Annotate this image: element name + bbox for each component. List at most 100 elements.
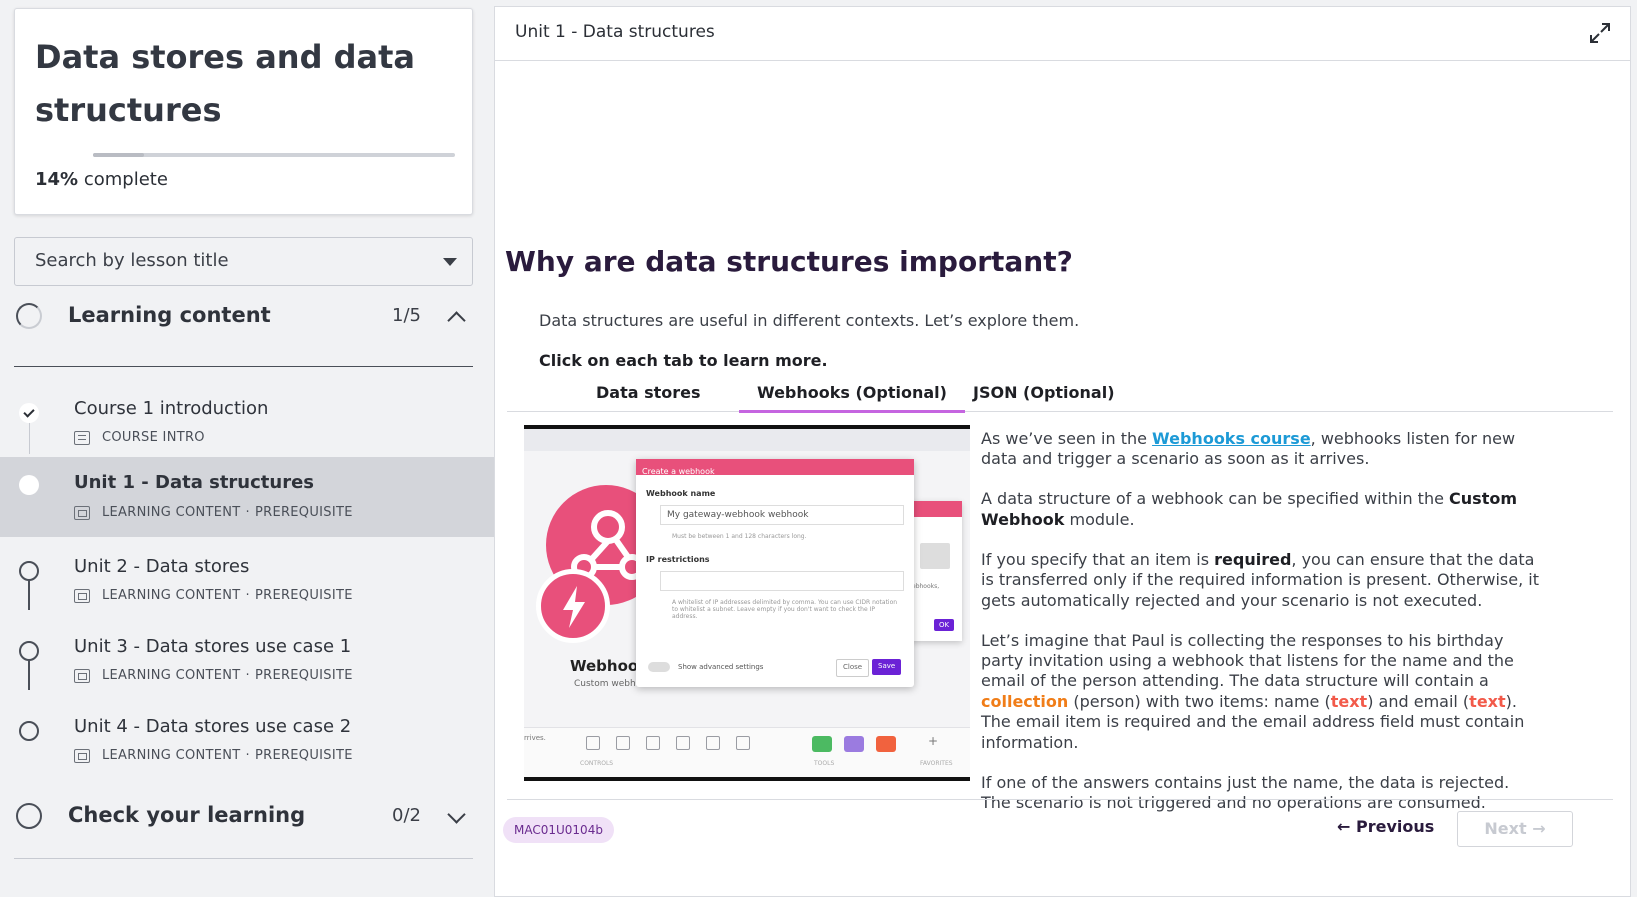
paragraph: Let’s imagine that Paul is collecting th… — [981, 631, 1541, 753]
text-run: As we’ve seen in the — [981, 429, 1153, 448]
section-check-your-learning[interactable]: Check your learning 0/2 — [14, 790, 473, 848]
tools-green-icon — [812, 736, 832, 752]
webhooks-course-link[interactable]: Webhooks course — [1152, 429, 1311, 448]
webhook-name-label: Webhook name — [646, 489, 716, 498]
lesson-tag: PREREQUISITE — [254, 668, 353, 683]
webhook-screenshot: Webhoo Custom webh ebhooks, OK Create a … — [524, 425, 970, 781]
tab-content-text: As we’ve seen in the Webhooks course, we… — [981, 429, 1541, 833]
paragraph: As we’ve seen in the Webhooks course, we… — [981, 429, 1541, 470]
lesson-title: Unit 3 - Data stores use case 1 — [74, 636, 352, 657]
check-icon — [19, 403, 39, 423]
lesson-type: COURSE INTRO — [102, 430, 205, 445]
lesson-search-select[interactable]: Search by lesson title — [14, 237, 473, 286]
lesson-title: Course 1 introduction — [74, 398, 269, 419]
dialog-save-button: Save — [872, 659, 902, 675]
background-dialog-label: ebhooks, — [912, 583, 940, 590]
lesson-item-current[interactable]: Unit 1 - Data structures LEARNING CONTEN… — [0, 457, 494, 537]
progress-bar-fill — [93, 153, 144, 157]
create-webhook-dialog: Create a webhook Webhook name My gateway… — [636, 459, 914, 687]
text-run: Let’s imagine that Paul is collecting th… — [981, 630, 1514, 691]
lesson-header: Unit 1 - Data structures — [495, 7, 1630, 61]
progress-value: 14% — [35, 169, 79, 190]
lesson-tag: PREREQUISITE — [254, 748, 353, 763]
module-name: Webhoo — [570, 657, 639, 675]
tools-caption: TOOLS — [814, 760, 835, 767]
lesson-header-title: Unit 1 - Data structures — [515, 22, 715, 42]
lesson-item[interactable]: Unit 4 - Data stores use case 2 LEARNING… — [0, 703, 494, 781]
text-type-keyword: text — [1469, 691, 1506, 711]
course-sidebar: Data stores and data structures 14% comp… — [0, 0, 494, 897]
tool-icon — [736, 736, 750, 750]
ok-button: OK — [934, 619, 955, 631]
text-run: A data structure of a webhook can be spe… — [981, 489, 1450, 509]
paragraph: A data structure of a webhook can be spe… — [981, 489, 1541, 530]
expand-arrows-icon[interactable] — [1588, 21, 1612, 45]
previous-button[interactable]: ← Previous — [1337, 817, 1434, 836]
ip-restrictions-note: A whitelist of IP addresses delimited by… — [672, 599, 898, 620]
intro-text: Data structures are useful in different … — [539, 311, 1080, 330]
flow-control-icon — [844, 736, 864, 752]
lesson-title: Unit 4 - Data stores use case 2 — [74, 716, 352, 737]
chevron-down-icon[interactable] — [447, 805, 466, 824]
lesson-meta: COURSE INTRO — [74, 430, 205, 445]
caret-down-icon — [443, 258, 457, 266]
lesson-node-icon — [19, 721, 39, 741]
section-learning-content[interactable]: Learning content 1/5 — [14, 290, 473, 348]
meta-separator: · — [245, 668, 250, 683]
controls-caption: CONTROLS — [580, 760, 614, 767]
lesson-type: LEARNING CONTENT — [102, 588, 241, 603]
bold-text: required — [1214, 549, 1292, 569]
instant-trigger-icon — [536, 569, 610, 643]
lesson-title: Unit 2 - Data stores — [74, 556, 250, 577]
section-progress-ring-icon — [16, 303, 42, 329]
tab-json[interactable]: JSON (Optional) — [973, 383, 1115, 402]
lesson-type: LEARNING CONTENT — [102, 505, 241, 520]
lesson-item[interactable]: Unit 2 - Data stores LEARNING CONTENT · … — [0, 543, 494, 621]
tab-webhooks[interactable]: Webhooks (Optional) — [739, 383, 965, 413]
lesson-meta: LEARNING CONTENT · PREREQUISITE — [74, 505, 353, 520]
collection-keyword: collection — [981, 691, 1069, 711]
magic-icon — [706, 736, 720, 750]
text-type-keyword: text — [1330, 691, 1368, 711]
tab-data-stores[interactable]: Data stores — [596, 383, 701, 402]
chevron-up-icon[interactable] — [447, 311, 466, 330]
toggle-switch — [648, 662, 670, 672]
lesson-code-badge: MAC01U0104b — [503, 817, 614, 843]
background-dialog: ebhooks, OK — [910, 501, 962, 641]
webhook-name-input: My gateway-webhook webhook — [660, 505, 904, 525]
instruction-text: Click on each tab to learn more. — [539, 351, 828, 370]
lesson-meta: LEARNING CONTENT · PREREQUISITE — [74, 588, 353, 603]
section-title: Check your learning — [68, 803, 306, 827]
section-progress-ring-icon — [16, 803, 42, 829]
lesson-item[interactable]: Unit 3 - Data stores use case 1 LEARNING… — [0, 623, 494, 701]
text-run: (person) with two items: name ( — [1068, 691, 1331, 711]
tool-icon — [616, 736, 630, 750]
content-tabs: Data stores Webhooks (Optional) JSON (Op… — [507, 375, 1613, 413]
lesson-node-icon — [19, 641, 39, 661]
course-title: Data stores and data structures — [35, 38, 415, 129]
meta-separator: · — [245, 748, 250, 763]
paragraph: If one of the answers contains just the … — [981, 772, 1510, 813]
dialog-close-button: Close — [836, 659, 870, 677]
section-title: Learning content — [68, 303, 271, 327]
save-icon — [586, 736, 600, 750]
progress-text: 14% complete — [35, 169, 168, 190]
tool-icon — [646, 736, 660, 750]
text-run: If you specify that an item is — [981, 549, 1215, 569]
lesson-type: LEARNING CONTENT — [102, 668, 241, 683]
progress-suffix: complete — [83, 169, 168, 190]
ip-restrictions-label: IP restrictions — [646, 555, 710, 564]
tool-icon — [676, 736, 690, 750]
blocked-icon — [920, 543, 950, 569]
next-button[interactable]: Next → — [1457, 811, 1573, 847]
lesson-tag: PREREQUISITE — [254, 588, 353, 603]
progress-bar — [93, 153, 455, 157]
toolbar-left-text: rrives. — [524, 734, 546, 742]
toggle-label: Show advanced settings — [678, 663, 764, 671]
lesson-item[interactable]: Course 1 introduction COURSE INTRO — [0, 385, 494, 463]
add-icon: + — [928, 734, 939, 748]
section-divider — [14, 858, 473, 859]
current-lesson-node-icon — [19, 475, 39, 495]
media-icon — [74, 748, 90, 763]
lesson-meta: LEARNING CONTENT · PREREQUISITE — [74, 668, 353, 683]
